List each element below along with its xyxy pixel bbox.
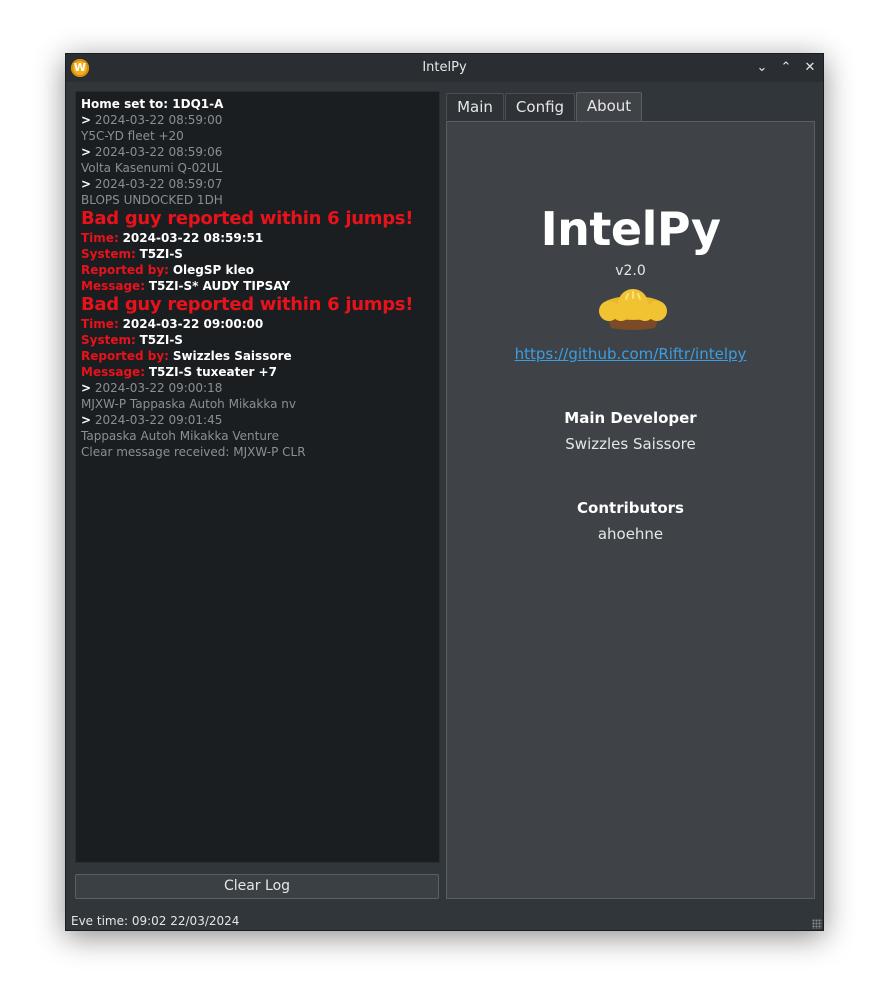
window-title: IntelPy [422, 60, 467, 75]
tab-main[interactable]: Main [446, 93, 504, 120]
tab-about[interactable]: About [576, 92, 642, 121]
log-entry: > 2024-03-22 09:01:45 Tappaska Autoh Mik… [81, 412, 434, 444]
log-time: 2024-03-22 08:59:00 [94, 113, 223, 127]
log-time: 2024-03-22 08:59:07 [94, 177, 223, 191]
alert-heading: Bad guy reported within 6 jumps! [81, 294, 414, 315]
log-prefix: > [81, 413, 92, 427]
maximize-icon[interactable]: ⌃ [776, 58, 796, 78]
version-label: v2.0 [615, 263, 646, 279]
main-developer-name: Swizzles Saissore [565, 435, 696, 453]
alert-reporter: Swizzles Saissore [172, 349, 292, 363]
log-time: 2024-03-22 09:01:45 [94, 413, 223, 427]
log-time: 2024-03-22 09:00:18 [94, 381, 223, 395]
title-bar[interactable]: W IntelPy ⌄ ⌃ ✕ [66, 54, 823, 82]
about-panel: IntelPy v2.0 https://github.com/Riftr/in… [446, 121, 815, 899]
github-link[interactable]: https://github.com/Riftr/intelpy [447, 345, 814, 363]
intel-log[interactable]: Home set to: 1DQ1-A > 2024-03-22 08:59:0… [75, 91, 440, 863]
log-text: Volta Kasenumi Q-02UL [81, 161, 223, 175]
app-window: W IntelPy ⌄ ⌃ ✕ Home set to: 1DQ1-A > 20… [65, 53, 824, 931]
log-time: 2024-03-22 08:59:06 [94, 145, 223, 159]
contributors-heading: Contributors [577, 499, 684, 517]
close-icon[interactable]: ✕ [800, 58, 820, 78]
clear-log-button[interactable]: Clear Log [75, 874, 439, 899]
log-text: MJXW-P Tappaska Autoh Mikakka nv [81, 397, 296, 411]
alert-system: T5ZI-S [139, 333, 183, 347]
alert-system-label: System: [81, 247, 136, 261]
log-prefix: > [81, 145, 92, 159]
alert-reporter-label: Reported by: [81, 263, 169, 277]
alert-block: Bad guy reported within 6 jumps! Time: 2… [81, 294, 434, 380]
log-prefix: > [81, 113, 92, 127]
alert-message-label: Message: [81, 365, 145, 379]
alert-reporter: OlegSP kleo [172, 263, 254, 277]
alert-message-label: Message: [81, 279, 145, 293]
clear-message-line: Clear message received: MJXW-P CLR [81, 445, 306, 459]
minimize-icon[interactable]: ⌄ [752, 58, 772, 78]
alert-message: T5ZI-S* AUDY TIPSAY [148, 279, 291, 293]
contributor-name: ahoehne [597, 525, 664, 543]
log-prefix: > [81, 381, 92, 395]
log-text: Tappaska Autoh Mikakka Venture [81, 429, 279, 443]
main-developer-heading: Main Developer [564, 409, 697, 427]
alert-system-label: System: [81, 333, 136, 347]
alert-time-label: Time: [81, 317, 119, 331]
log-text: BLOPS UNDOCKED 1DH [81, 193, 223, 207]
alert-time-label: Time: [81, 231, 119, 245]
alert-block: Bad guy reported within 6 jumps! Time: 2… [81, 208, 434, 294]
alert-time: 2024-03-22 09:00:00 [122, 317, 264, 331]
pie-logo-icon [599, 289, 667, 330]
alert-system: T5ZI-S [139, 247, 183, 261]
eve-time-status: Eve time: 09:02 22/03/2024 [71, 914, 240, 928]
log-prefix: > [81, 177, 92, 191]
alert-message: T5ZI-S tuxeater +7 [148, 365, 277, 379]
home-line: Home set to: 1DQ1-A [81, 97, 224, 111]
log-text: Y5C-YD fleet +20 [81, 129, 184, 143]
alert-time: 2024-03-22 08:59:51 [122, 231, 264, 245]
alert-heading: Bad guy reported within 6 jumps! [81, 208, 414, 229]
tab-config[interactable]: Config [505, 93, 575, 120]
log-entry: > 2024-03-22 08:59:07 BLOPS UNDOCKED 1DH [81, 176, 434, 208]
resize-grip-icon[interactable] [812, 919, 822, 929]
about-title: IntelPy [540, 202, 721, 256]
log-entry: > 2024-03-22 09:00:18 MJXW-P Tappaska Au… [81, 380, 434, 412]
log-entry: > 2024-03-22 08:59:06 Volta Kasenumi Q-0… [81, 144, 434, 176]
log-entry: > 2024-03-22 08:59:00 Y5C-YD fleet +20 [81, 112, 434, 144]
alert-reporter-label: Reported by: [81, 349, 169, 363]
